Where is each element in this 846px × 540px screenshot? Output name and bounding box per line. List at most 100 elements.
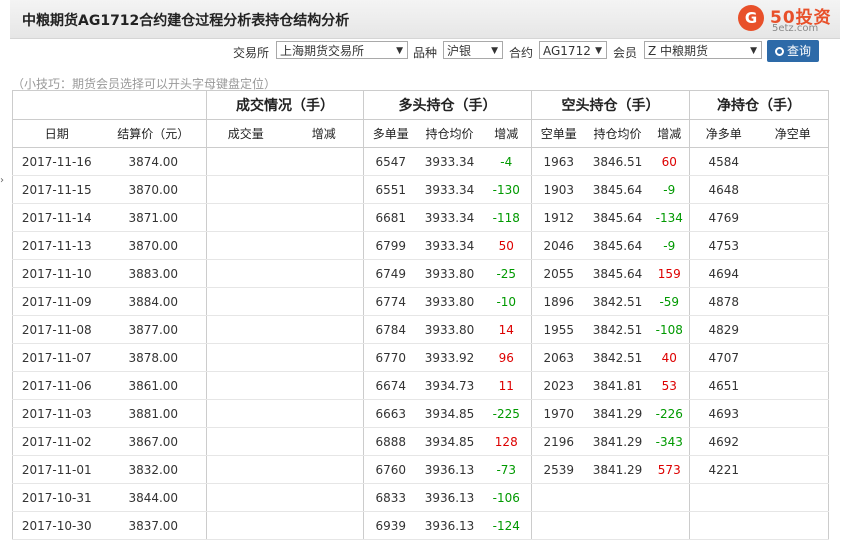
cell-volume-change	[284, 231, 364, 260]
cell-short-change: 40	[649, 343, 690, 372]
member-select[interactable]: Z 中粮期货 ▼	[644, 41, 762, 59]
cell-volume	[206, 455, 285, 484]
cell-date: 2017-11-03	[12, 399, 101, 428]
cell-long-avg: 3933.34	[417, 175, 482, 204]
cell-net-short	[757, 427, 829, 456]
group-header-volume: 成交情况（手）	[206, 90, 364, 120]
cell-net-long: 4221	[689, 455, 758, 484]
cell-short: 1970	[531, 399, 586, 428]
cell-net-long: 4829	[689, 315, 758, 344]
group-header-short: 空头持仓（手）	[531, 90, 690, 120]
search-icon	[774, 47, 784, 56]
cell-short-change	[649, 511, 690, 540]
cell-net-short	[757, 175, 829, 204]
cell-net-short	[757, 147, 829, 176]
table-row: 2017-11-13 3870.00 6799 3933.34 50 2046 3845.6…	[12, 231, 829, 260]
cell-settle: 3874.00	[100, 147, 207, 176]
cell-long: 6888	[363, 427, 418, 456]
cell-net-short	[757, 371, 829, 400]
cell-short	[531, 511, 586, 540]
cell-short-change: -226	[649, 399, 690, 428]
cell-volume	[206, 427, 285, 456]
cell-long: 6760	[363, 455, 418, 484]
cell-settle: 3861.00	[100, 371, 207, 400]
cell-net-long: 4651	[689, 371, 758, 400]
exchange-select[interactable]: 上海期货交易所 ▼	[276, 41, 408, 59]
cell-volume	[206, 175, 285, 204]
table-row: 2017-11-08 3877.00 6784 3933.80 14 1955 3842.5…	[12, 315, 829, 344]
variety-select[interactable]: 沪银 ▼	[443, 41, 503, 59]
cell-short-avg: 3845.64	[585, 231, 650, 260]
cell-long: 6939	[363, 511, 418, 540]
cell-net-short	[757, 483, 829, 512]
col-long-avg: 持仓均价	[417, 119, 482, 148]
cell-volume-change	[284, 315, 364, 344]
cell-long-avg: 3934.85	[417, 399, 482, 428]
cell-long-change: 50	[481, 231, 532, 260]
cell-volume	[206, 483, 285, 512]
cell-long: 6833	[363, 483, 418, 512]
cell-net-long: 4694	[689, 259, 758, 288]
cell-settle: 3832.00	[100, 455, 207, 484]
cell-net-long: 4584	[689, 147, 758, 176]
table-row: 2017-11-16 3874.00 6547 3933.34 -4 1963 3846.5…	[12, 147, 829, 176]
cell-short: 2196	[531, 427, 586, 456]
site-logo[interactable]: G 50投资 5etz.com	[738, 2, 846, 36]
cell-short-change: -9	[649, 175, 690, 204]
logo-mark-icon: G	[738, 5, 764, 31]
contract-select[interactable]: AG1712 ▼	[539, 41, 607, 59]
cell-net-short	[757, 343, 829, 372]
cell-long: 6674	[363, 371, 418, 400]
cell-net-short	[757, 231, 829, 260]
cell-date: 2017-10-30	[12, 511, 101, 540]
cell-short-avg: 3842.51	[585, 315, 650, 344]
col-short-change: 增减	[649, 119, 690, 148]
cell-long-change: 14	[481, 315, 532, 344]
cell-settle: 3867.00	[100, 427, 207, 456]
table-row: 2017-11-15 3870.00 6551 3933.34 -130 1903 3845…	[12, 175, 829, 204]
cell-volume-change	[284, 287, 364, 316]
cell-long-avg: 3933.34	[417, 203, 482, 232]
cell-volume-change	[284, 399, 364, 428]
group-header-blank	[12, 90, 207, 120]
exchange-select-value: 上海期货交易所	[280, 44, 365, 58]
cell-short-change: -9	[649, 231, 690, 260]
cell-net-long	[689, 483, 758, 512]
cell-net-long: 4648	[689, 175, 758, 204]
cell-net-long: 4878	[689, 287, 758, 316]
cell-short-avg: 3845.64	[585, 175, 650, 204]
cell-volume-change	[284, 427, 364, 456]
cell-volume	[206, 399, 285, 428]
dropdown-arrow-icon: ▼	[491, 46, 498, 56]
cell-long-avg: 3936.13	[417, 483, 482, 512]
table-row: 2017-10-31 3844.00 6833 3936.13 -106	[12, 483, 829, 512]
cell-long-change: -106	[481, 483, 532, 512]
cell-short-avg: 3845.64	[585, 203, 650, 232]
cell-settle: 3877.00	[100, 315, 207, 344]
cell-short-avg: 3841.29	[585, 427, 650, 456]
cell-net-long: 4692	[689, 427, 758, 456]
cell-short-change: -343	[649, 427, 690, 456]
cell-volume-change	[284, 483, 364, 512]
table-row: 2017-11-07 3878.00 6770 3933.92 96 2063 3842.5…	[12, 343, 829, 372]
cell-long: 6663	[363, 399, 418, 428]
cell-net-short	[757, 287, 829, 316]
col-net-long: 净多单	[689, 119, 758, 148]
cell-settle: 3881.00	[100, 399, 207, 428]
cell-short: 1963	[531, 147, 586, 176]
cell-settle: 3878.00	[100, 343, 207, 372]
cell-short: 1896	[531, 287, 586, 316]
cell-short-avg: 3841.29	[585, 399, 650, 428]
query-button[interactable]: 查询	[767, 40, 819, 62]
cell-date: 2017-11-06	[12, 371, 101, 400]
member-select-value: Z 中粮期货	[648, 44, 709, 58]
cell-long-change: 128	[481, 427, 532, 456]
cell-date: 2017-11-13	[12, 231, 101, 260]
cell-long-avg: 3933.92	[417, 343, 482, 372]
cell-volume	[206, 203, 285, 232]
cell-short: 1912	[531, 203, 586, 232]
group-header-net: 净持仓（手）	[689, 90, 829, 120]
table-row: 2017-10-30 3837.00 6939 3936.13 -124	[12, 511, 829, 540]
table-row: 2017-11-06 3861.00 6674 3934.73 11 2023 3841.8…	[12, 371, 829, 400]
cell-long-avg: 3934.85	[417, 427, 482, 456]
